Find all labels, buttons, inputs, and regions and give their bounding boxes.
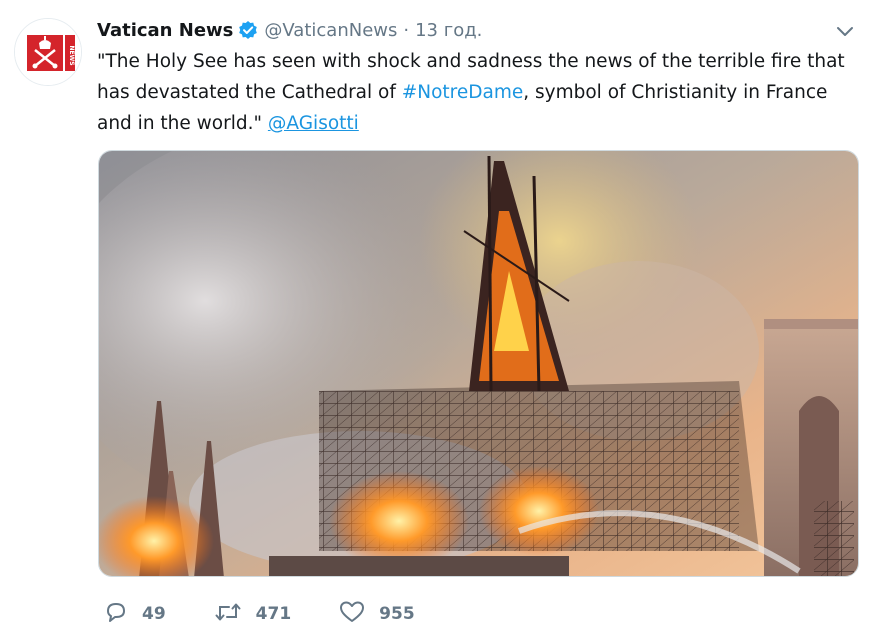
- mention-link[interactable]: @AGisotti: [268, 113, 359, 134]
- reply-button[interactable]: 49: [104, 600, 166, 628]
- tweet-text: "The Holy See has seen with shock and sa…: [97, 46, 857, 139]
- avatar[interactable]: NEWS: [14, 18, 82, 86]
- tweet-header: Vatican News @VaticanNews · 13 год.: [97, 18, 482, 42]
- retweet-button[interactable]: 471: [214, 600, 292, 628]
- tweet-photo[interactable]: [98, 150, 859, 577]
- like-button[interactable]: 955: [339, 600, 415, 628]
- reply-count: 49: [142, 604, 166, 624]
- hashtag-link[interactable]: #NotreDame: [402, 82, 523, 103]
- tweet-actions: 49 471 955: [104, 601, 463, 627]
- vatican-news-logo-icon: NEWS: [15, 19, 81, 85]
- heart-icon: [339, 600, 365, 628]
- cathedral-fire-photo: [99, 151, 858, 576]
- verified-badge-icon: [238, 20, 258, 40]
- avatar-badge-text: NEWS: [68, 45, 75, 65]
- separator-dot: ·: [403, 19, 410, 41]
- retweet-count: 471: [255, 604, 292, 624]
- like-count: 955: [379, 604, 415, 624]
- author-handle[interactable]: @VaticanNews: [264, 20, 397, 41]
- author-name[interactable]: Vatican News: [97, 20, 233, 41]
- tweet-timestamp[interactable]: 13 год.: [415, 20, 482, 41]
- reply-icon: [104, 600, 128, 628]
- chevron-down-icon[interactable]: [835, 24, 855, 40]
- retweet-icon: [214, 600, 242, 628]
